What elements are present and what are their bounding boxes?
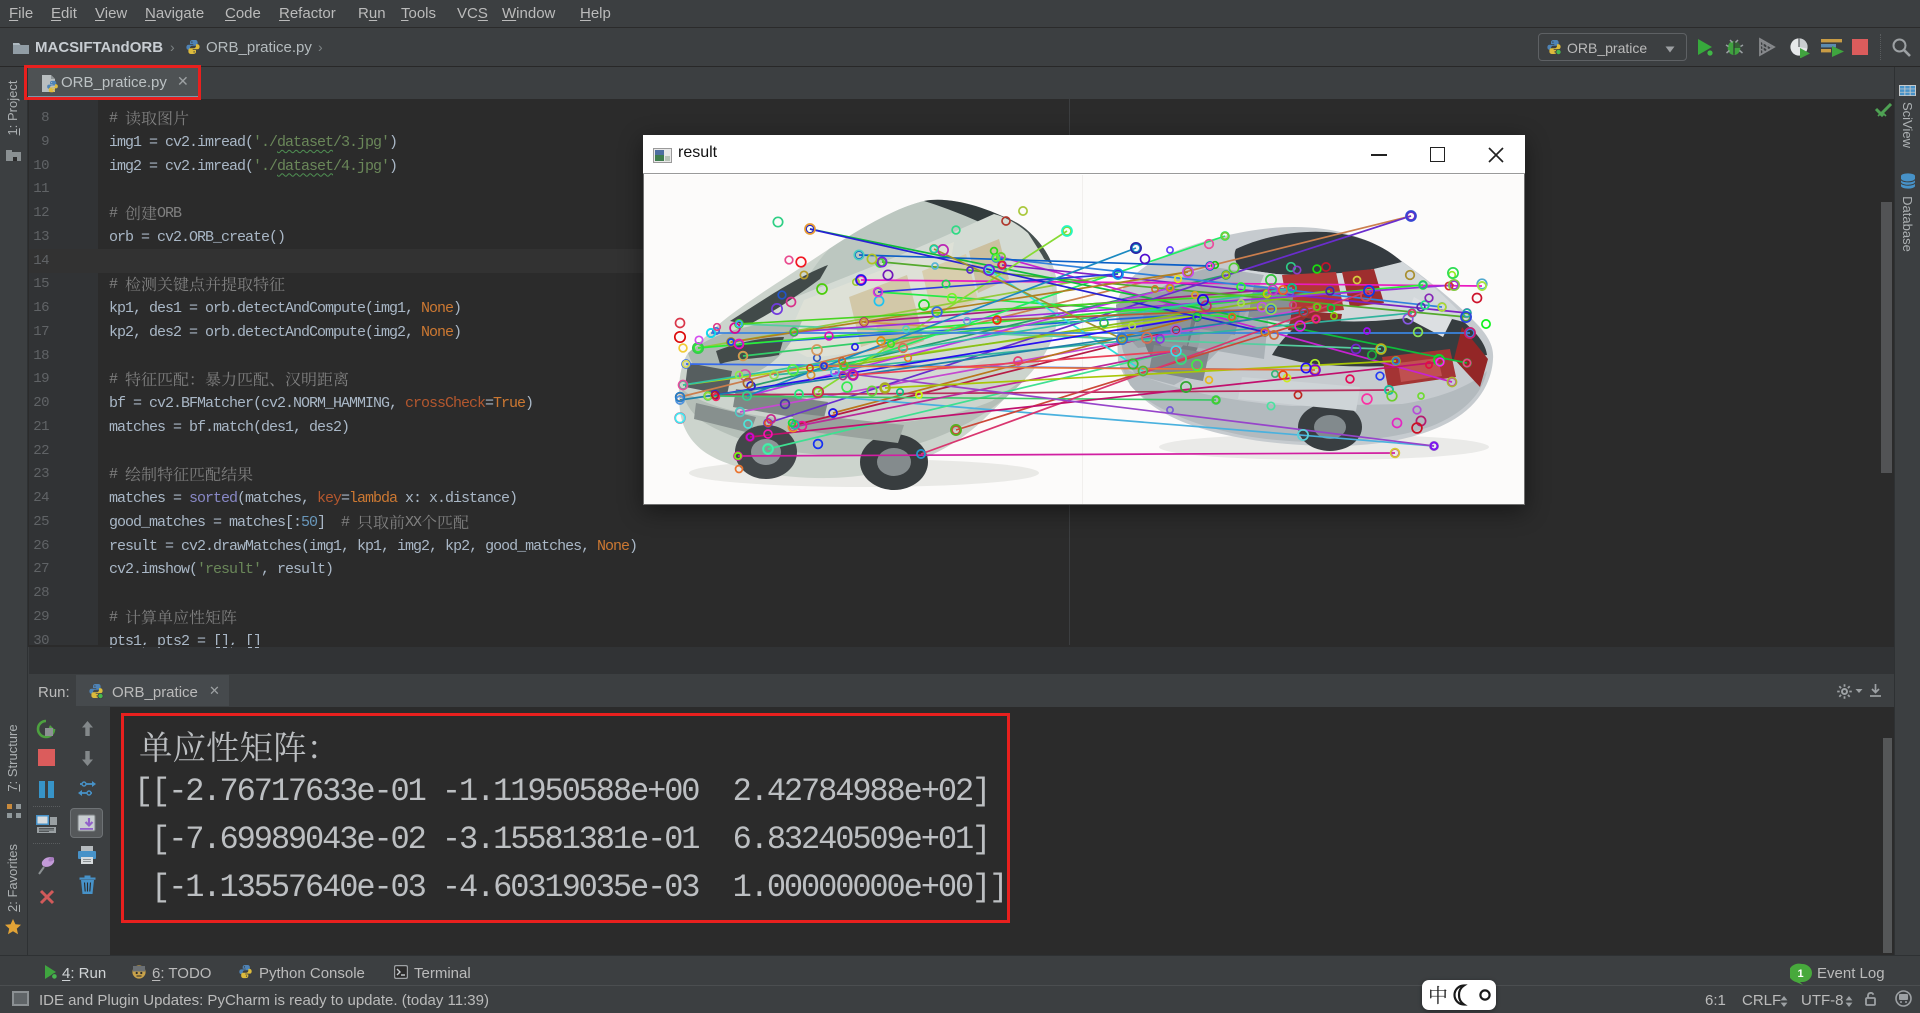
svg-text:1: 1 — [1797, 968, 1803, 980]
